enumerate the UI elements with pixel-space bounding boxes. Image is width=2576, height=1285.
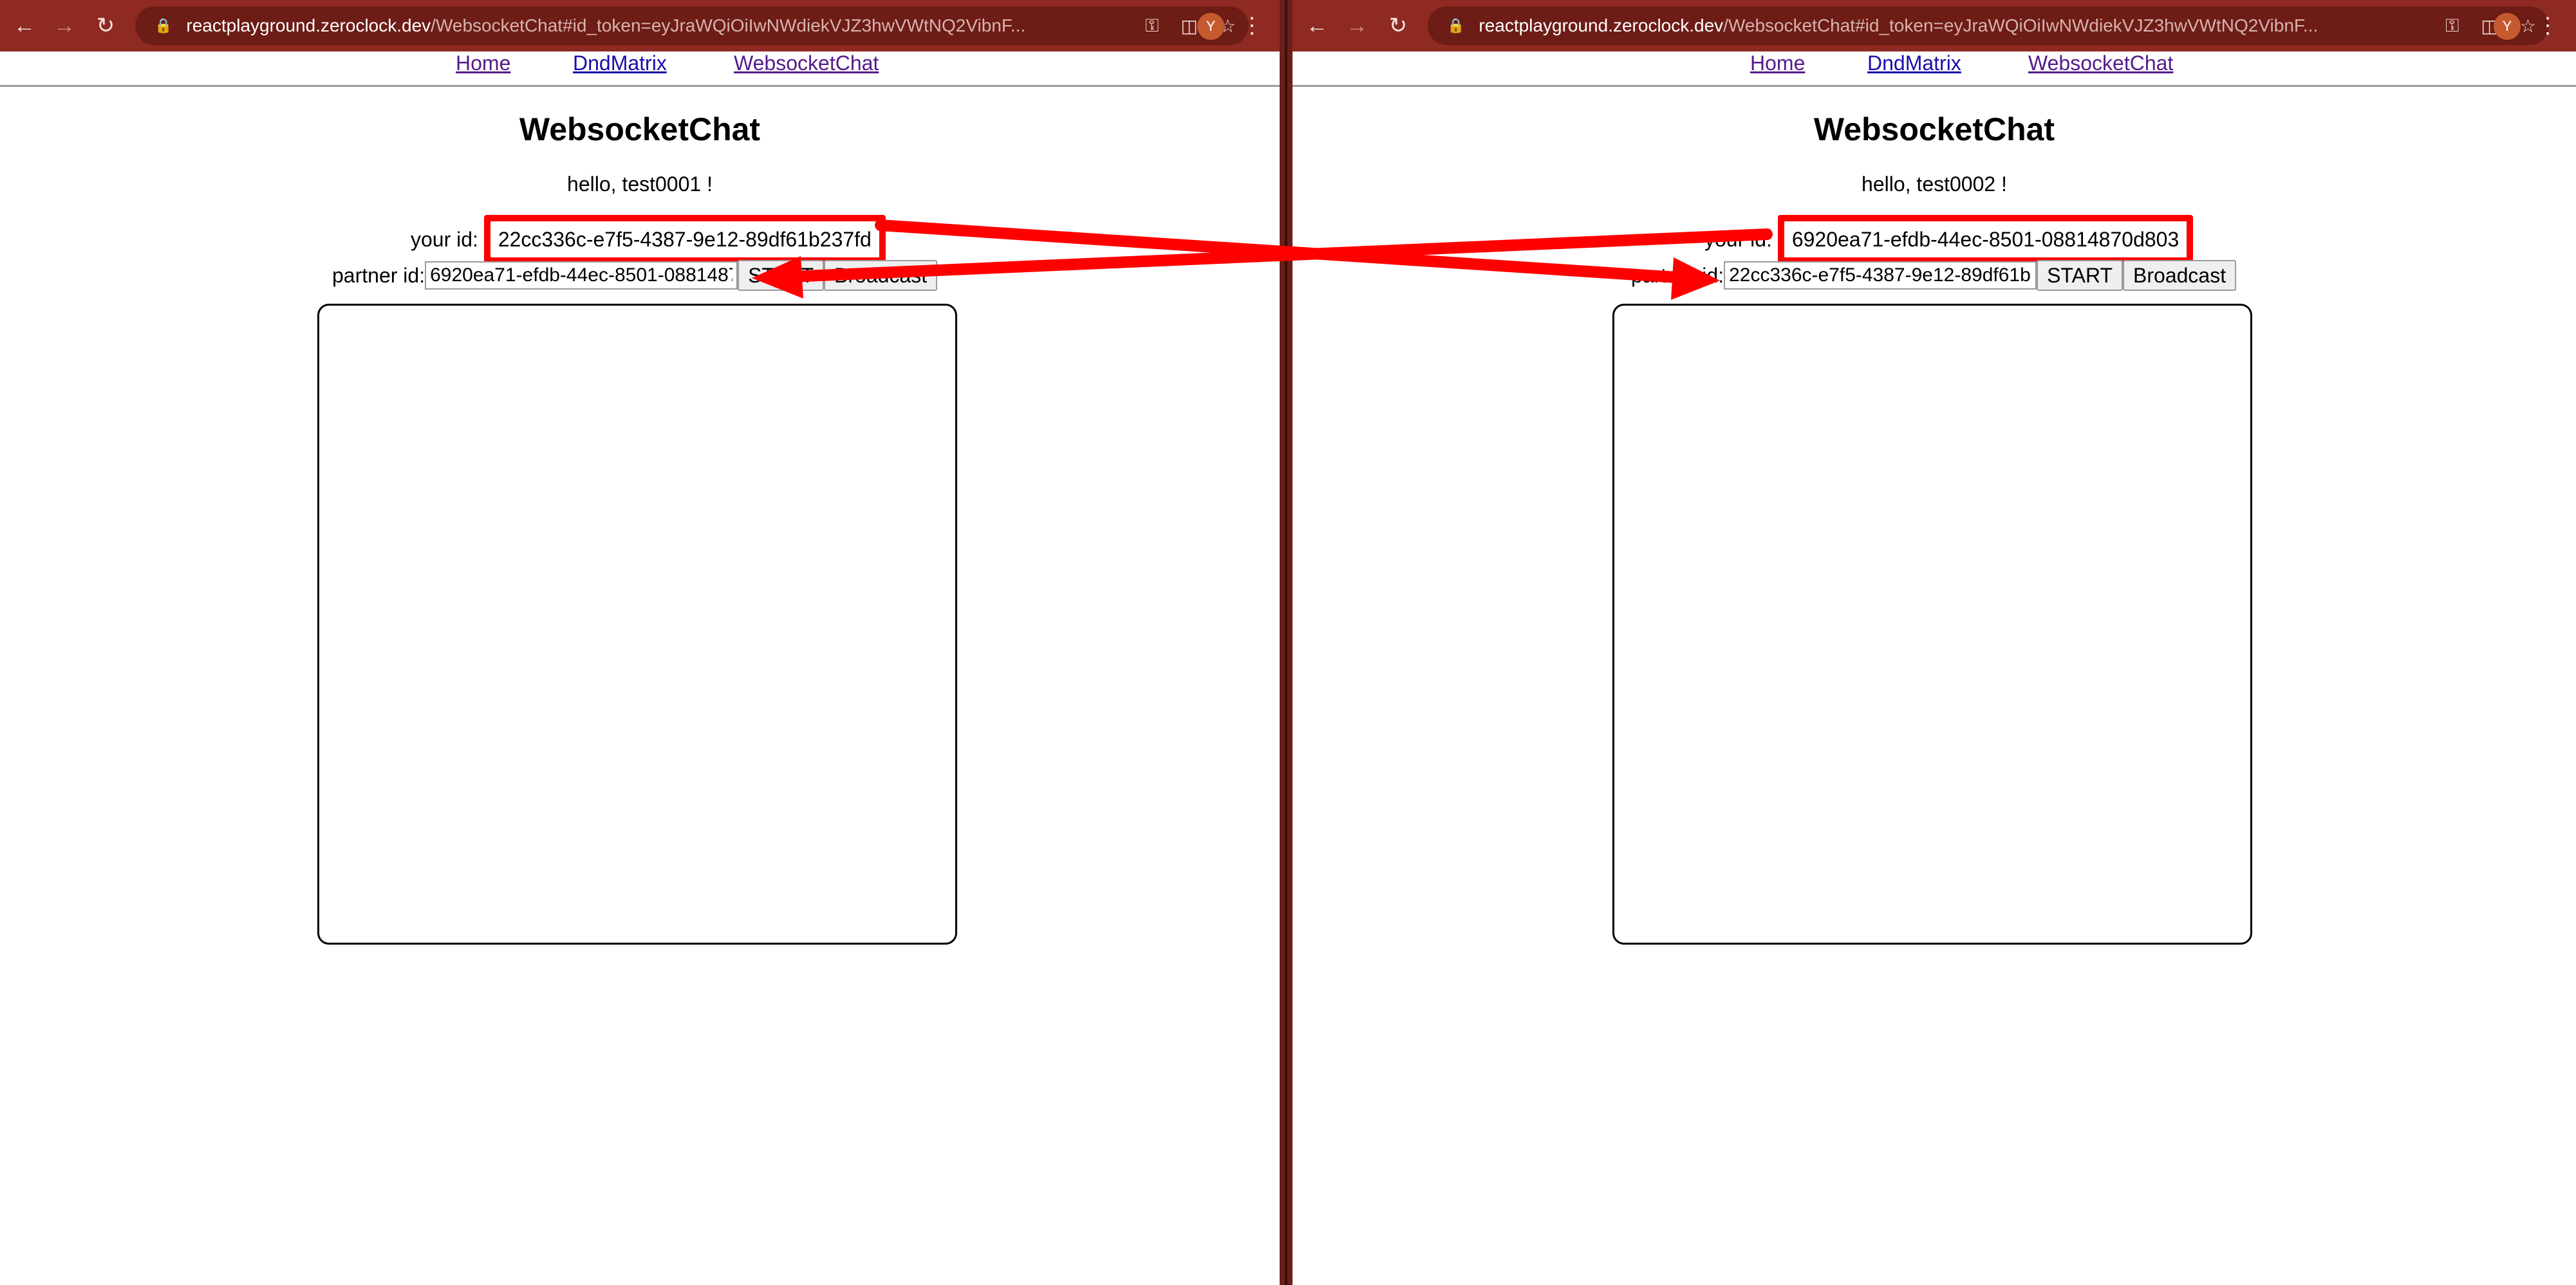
back-icon[interactable]: ← [1304,13,1330,39]
partner-row: partner id: START Broadcast [332,260,938,291]
key-icon[interactable]: ⚿ [1145,15,1159,37]
translate-icon[interactable]: ◫ [1181,15,1197,37]
your-id-value: 6920ea71-efdb-44ec-8501-08814870d803 [1777,215,2194,264]
browser-toolbar: ← → ↻ 🔒 reactplayground.zeroclock.dev/We… [0,0,1280,51]
nav-link-home[interactable]: Home [1750,51,1805,75]
broadcast-button[interactable]: Broadcast [824,260,938,291]
address-bar[interactable]: 🔒 reactplayground.zeroclock.dev/Websocke… [135,6,1249,45]
partner-id-input[interactable] [425,261,738,290]
key-icon[interactable]: ⚿ [2445,15,2459,37]
start-button[interactable]: START [738,260,825,291]
lock-icon: 🔒 [1447,17,1465,33]
broadcast-button[interactable]: Broadcast [2123,260,2237,291]
star-icon[interactable]: ☆ [2520,15,2536,37]
browser-window-left: ← → ↻ 🔒 reactplayground.zeroclock.dev/We… [0,0,1280,1285]
your-id-label: your id: [1704,228,1772,251]
url-path: /WebsocketChat#id_token=eyJraWQiOiIwNWdi… [1723,15,2319,35]
forward-icon[interactable]: → [51,13,77,39]
reload-icon[interactable]: ↻ [1385,13,1411,39]
url-host: reactplayground.zeroclock.dev [186,15,431,35]
browser-toolbar: ← → ↻ 🔒 reactplayground.zeroclock.dev/We… [1293,0,2576,51]
menu-icon[interactable]: ⋮ [2537,12,2559,40]
your-id-label: your id: [411,228,478,251]
greeting-text: hello, test0002 ! [1862,172,2007,196]
greeting-text: hello, test0001 ! [567,172,713,196]
your-id-value: 22cc336c-e7f5-4387-9e12-89df61b237fd [483,215,886,264]
partner-id-label: partner id: [1631,263,1724,287]
window-divider-line [1285,0,1287,1285]
chat-log-box[interactable] [1612,304,2252,945]
forward-icon[interactable]: → [1344,13,1370,39]
nav-link-websocketchat[interactable]: WebsocketChat [734,51,879,75]
menu-icon[interactable]: ⋮ [1241,12,1263,40]
page-title: WebsocketChat [1813,111,2055,147]
chat-log-box[interactable] [317,304,957,945]
page-title: WebsocketChat [519,111,761,147]
nav-bar: Home DndMatrix WebsocketChat [1293,51,2576,87]
address-bar[interactable]: 🔒 reactplayground.zeroclock.dev/Websocke… [1428,6,2549,45]
url-path: /WebsocketChat#id_token=eyJraWQiOiIwNWdi… [431,15,1026,35]
nav-link-websocketchat[interactable]: WebsocketChat [2028,51,2173,75]
nav-link-home[interactable]: Home [456,51,510,75]
nav-link-dndmatrix[interactable]: DndMatrix [573,51,667,75]
lock-icon: 🔒 [154,17,173,33]
partner-id-input[interactable] [1724,261,2037,290]
your-id-row: your id: 22cc336c-e7f5-4387-9e12-89df61b… [411,215,886,264]
back-icon[interactable]: ← [12,13,37,39]
your-id-row: your id: 6920ea71-efdb-44ec-8501-0881487… [1704,215,2194,264]
avatar[interactable]: Y [1197,13,1224,40]
url-host: reactplayground.zeroclock.dev [1479,15,1724,35]
partner-id-label: partner id: [332,263,425,287]
nav-link-dndmatrix[interactable]: DndMatrix [1867,51,1961,75]
avatar[interactable]: Y [2494,13,2521,40]
partner-row: partner id: START Broadcast [1631,260,2237,291]
nav-bar: Home DndMatrix WebsocketChat [0,51,1280,87]
reload-icon[interactable]: ↻ [93,13,118,39]
browser-window-right: ← → ↻ 🔒 reactplayground.zeroclock.dev/We… [1293,0,2576,1285]
start-button[interactable]: START [2037,260,2123,291]
